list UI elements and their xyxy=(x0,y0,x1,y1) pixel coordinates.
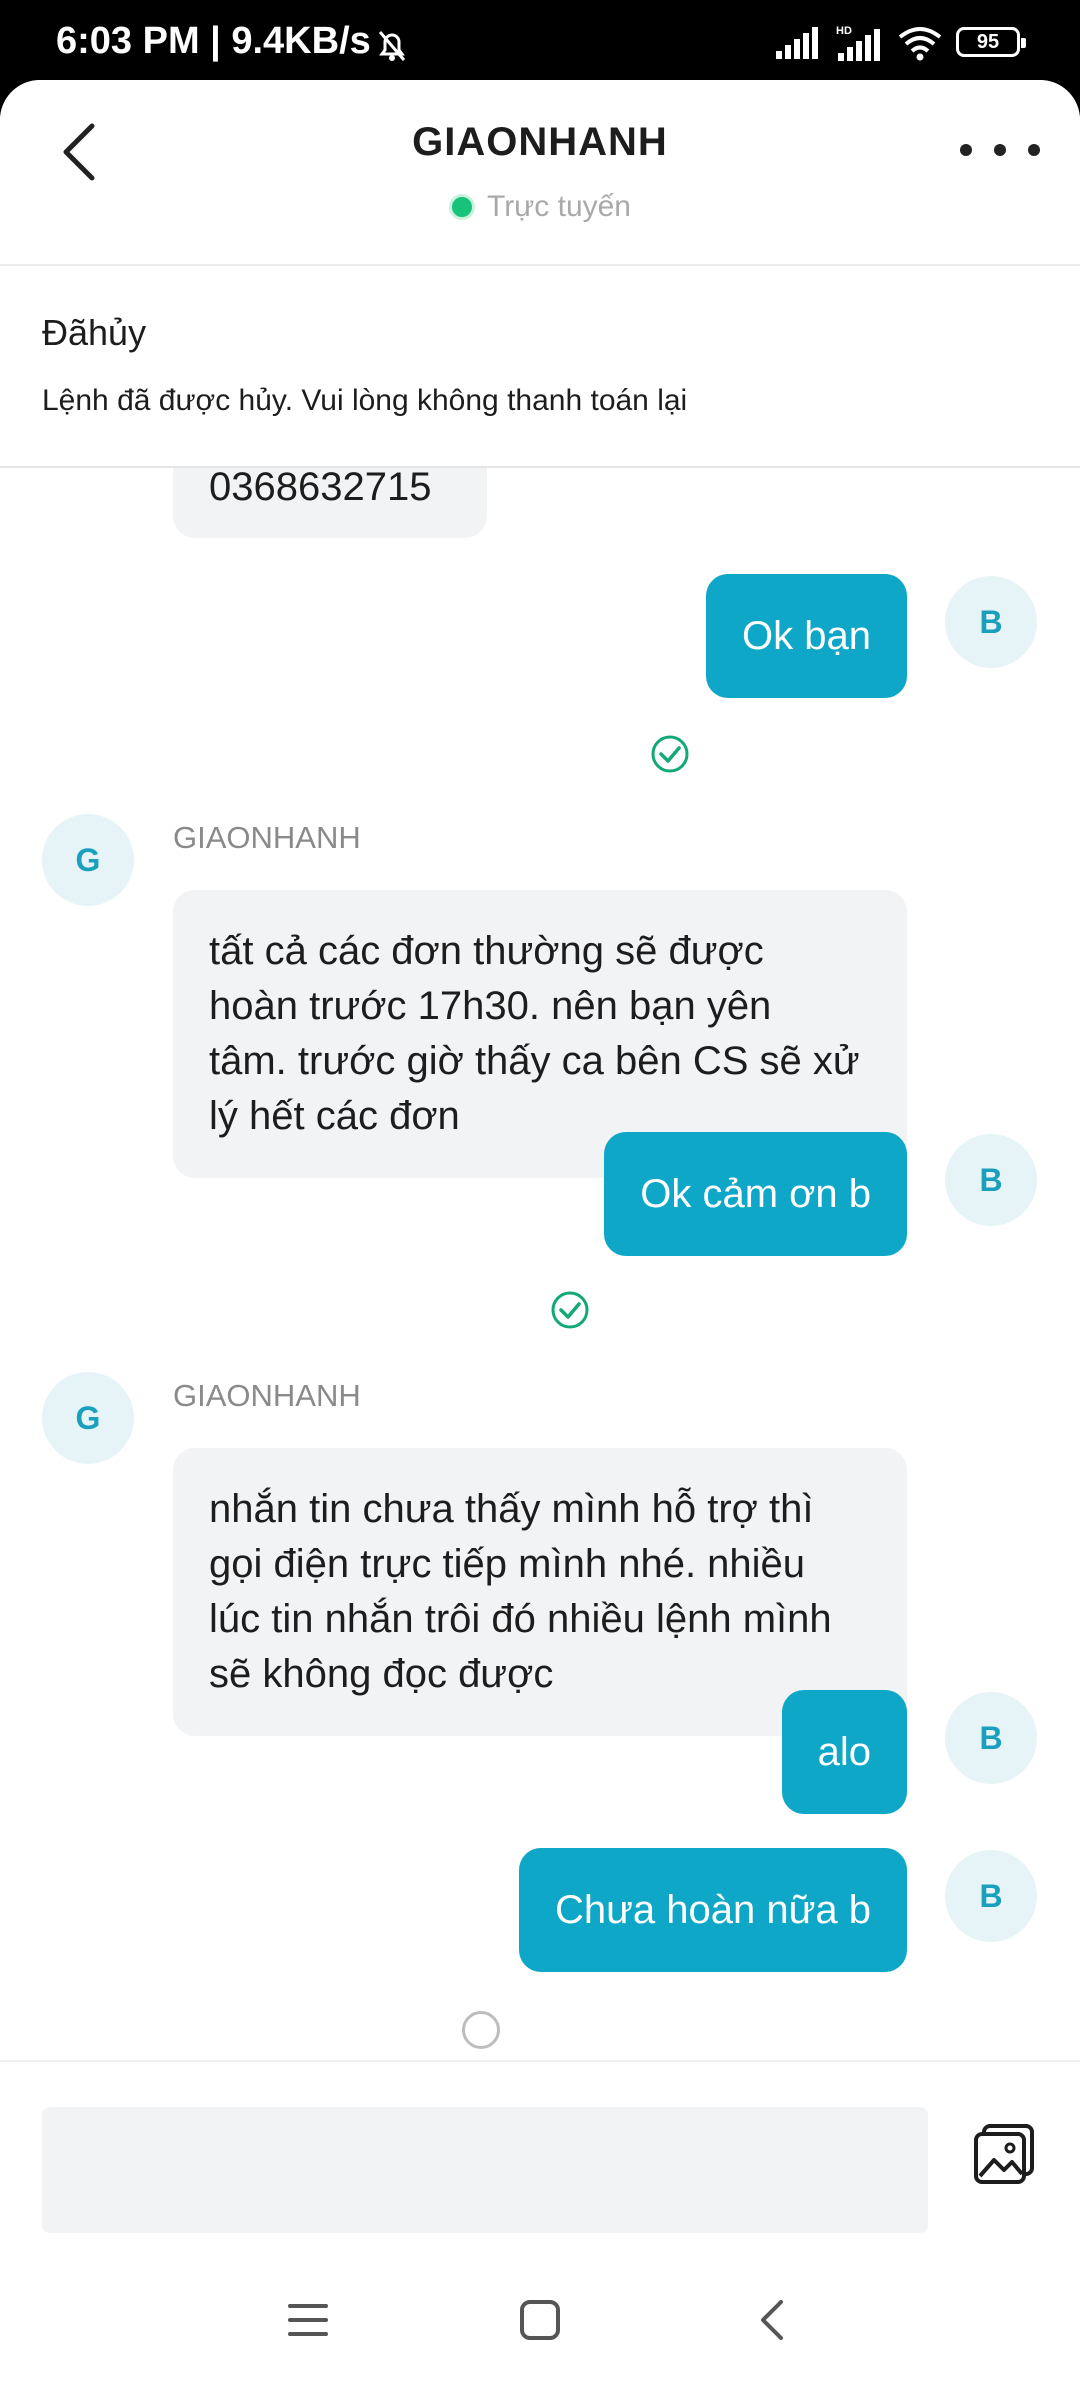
avatar-initial: G xyxy=(75,841,101,878)
message-input[interactable] xyxy=(42,2107,928,2233)
message-line: lúc tin nhắn trôi đó nhiều lệnh mình xyxy=(209,1597,832,1641)
message-bubble-outgoing: Chưa hoàn nữa b xyxy=(519,1848,907,1972)
phone-screen: 6:03 PM | 9.4KB/s HD 95 GIAONHANH Trực t… xyxy=(0,0,1080,2400)
avatar-initial: B xyxy=(979,603,1003,640)
online-dot-icon xyxy=(448,194,475,220)
chat-header: GIAONHANH Trực tuyến xyxy=(0,80,1080,266)
more-options-button[interactable] xyxy=(960,130,1040,170)
composer-bar xyxy=(0,2060,1080,2240)
menu-icon xyxy=(288,2304,328,2336)
avatar: B xyxy=(945,1134,1037,1226)
message-bubble-outgoing: Ok bạn xyxy=(706,574,907,698)
bell-off-icon xyxy=(378,31,406,61)
system-nav-bar xyxy=(0,2240,1080,2400)
sender-name: GIAONHANH xyxy=(173,820,361,855)
battery-icon: 95 xyxy=(956,27,1026,57)
back-nav-button[interactable] xyxy=(742,2290,802,2350)
sent-check-icon xyxy=(651,735,689,773)
avatar-initial: B xyxy=(979,1877,1003,1914)
message-line: sẽ không đọc được xyxy=(209,1652,554,1696)
chat-title: GIAONHANH xyxy=(412,120,668,164)
pending-status-icon xyxy=(462,2011,500,2049)
order-status-title: Đãhủy xyxy=(42,312,147,353)
message-list[interactable]: 0368632715 B Ok bạn G GIAONHANH tất cả c… xyxy=(0,468,1080,2138)
message-line: gọi điện trực tiếp mình nhé. nhiều xyxy=(209,1542,806,1586)
message-line: hoàn trước 17h30. nên bạn yên xyxy=(209,984,772,1028)
online-status: Trực tuyến xyxy=(0,190,1080,224)
message-text: 0368632715 xyxy=(209,468,432,509)
message-bubble-outgoing: Ok cảm ơn b xyxy=(604,1132,907,1256)
order-status-note: Lệnh đã được hủy. Vui lòng không thanh t… xyxy=(42,384,688,417)
status-bar: 6:03 PM | 9.4KB/s HD 95 xyxy=(0,0,1080,80)
back-triangle-icon xyxy=(761,2300,783,2340)
dot-icon xyxy=(1028,144,1040,156)
avatar-initial: G xyxy=(75,1399,101,1436)
status-time-speed: 6:03 PM | 9.4KB/s xyxy=(56,20,371,62)
wifi-icon xyxy=(898,27,942,61)
message-line: nhắn tin chưa thấy mình hỗ trợ thì xyxy=(209,1487,814,1531)
attach-image-button[interactable] xyxy=(972,2122,1036,2186)
message-line: tâm. trước giờ thấy ca bên CS sẽ xử xyxy=(209,1039,860,1083)
sender-name: GIAONHANH xyxy=(173,1378,361,1413)
message-bubble-outgoing: alo xyxy=(781,1690,907,1814)
dot-icon xyxy=(994,144,1006,156)
signal-icon xyxy=(776,27,818,59)
image-gallery-icon xyxy=(974,2124,1034,2184)
svg-text:HD: HD xyxy=(836,25,852,37)
avatar: B xyxy=(945,1850,1037,1942)
signal-hd-icon: HD xyxy=(836,25,880,61)
order-status-panel: Đãhủy Lệnh đã được hủy. Vui lòng không t… xyxy=(0,266,1080,468)
message-line: tất cả các đơn thường sẽ được xyxy=(209,929,764,973)
menu-nav-button[interactable] xyxy=(278,2290,338,2350)
avatar-initial: B xyxy=(979,1161,1003,1198)
message-text: Ok bạn xyxy=(742,614,871,658)
avatar: G xyxy=(42,814,134,906)
sent-check-icon xyxy=(551,1291,589,1329)
avatar: G xyxy=(42,1372,134,1464)
message-text: Ok cảm ơn b xyxy=(640,1172,871,1216)
avatar: B xyxy=(945,1692,1037,1784)
home-nav-button[interactable] xyxy=(510,2290,570,2350)
message-text: alo xyxy=(817,1730,871,1774)
dot-icon xyxy=(960,144,972,156)
avatar-initial: B xyxy=(979,1719,1003,1756)
online-status-text: Trực tuyến xyxy=(486,190,631,223)
message-text: Chưa hoàn nữa b xyxy=(555,1888,871,1932)
chat-app: GIAONHANH Trực tuyến Đãhủy Lệnh đã được … xyxy=(0,80,1080,2400)
status-icons: HD 95 xyxy=(776,22,1026,62)
home-square-icon xyxy=(520,2300,560,2340)
message-bubble-incoming: 0368632715 xyxy=(173,468,487,538)
avatar: B xyxy=(945,576,1037,668)
